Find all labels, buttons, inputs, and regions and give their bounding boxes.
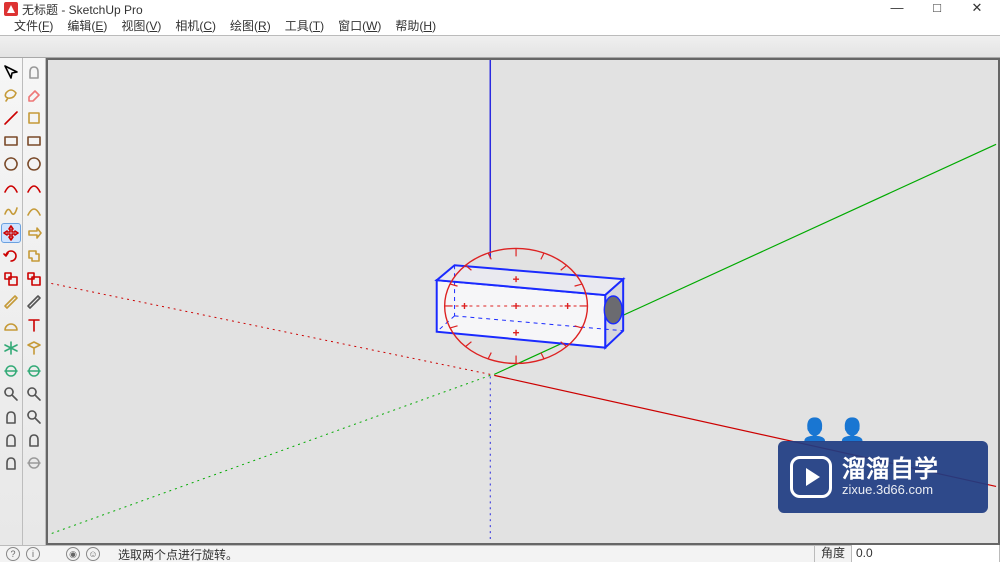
app-icon — [4, 2, 18, 16]
section-plane-tool-icon[interactable] — [24, 338, 44, 358]
status-icons: ? i ◉ ☺ — [0, 547, 106, 561]
measurement-box: 角度 0.0 — [814, 545, 1000, 562]
scale-tool-icon[interactable] — [1, 269, 21, 289]
select-tool-icon[interactable] — [1, 62, 21, 82]
dimensions-tool-icon[interactable] — [24, 292, 44, 312]
freehand-tool-icon[interactable] — [1, 200, 21, 220]
help-icon[interactable]: ? — [6, 547, 20, 561]
rotate-tool-icon[interactable] — [1, 246, 21, 266]
viewport-3d[interactable]: 👤 👤 溜溜自学 zixue.3d66.com — [46, 58, 1000, 545]
watermark-title: 溜溜自学 — [842, 457, 938, 483]
axes-tool-icon[interactable] — [1, 338, 21, 358]
figure-silhouettes: 👤 👤 — [801, 417, 868, 443]
two-point-arc-tool-icon[interactable] — [24, 177, 44, 197]
menu-h[interactable]: 帮助(H) — [389, 18, 442, 35]
pie-tool-icon[interactable] — [24, 200, 44, 220]
workspace: 👤 👤 溜溜自学 zixue.3d66.com — [0, 58, 1000, 545]
window-title: 无标题 - SketchUp Pro — [22, 1, 143, 18]
menu-w[interactable]: 窗口(W) — [332, 18, 387, 35]
line-tool-icon[interactable] — [1, 108, 21, 128]
menu-f[interactable]: 文件(F) — [8, 18, 59, 35]
watermark-badge: 溜溜自学 zixue.3d66.com — [778, 441, 988, 513]
circle-tool-icon[interactable] — [1, 154, 21, 174]
look-around-icon[interactable] — [24, 453, 44, 473]
title-bar: 无标题 - SketchUp Pro — □ ✕ — [0, 0, 1000, 18]
menu-c[interactable]: 相机(C) — [169, 18, 222, 35]
tape-measure-tool-icon[interactable] — [1, 292, 21, 312]
offset-tool-icon[interactable] — [24, 269, 44, 289]
measure-value[interactable]: 0.0 — [852, 545, 1000, 562]
zoom-tool-icon[interactable] — [1, 384, 21, 404]
menu-v[interactable]: 视图(V) — [115, 18, 167, 35]
zoom-window-tool-icon[interactable] — [24, 407, 44, 427]
maximize-button[interactable]: □ — [928, 0, 946, 16]
rectangle-tool-icon[interactable] — [1, 131, 21, 151]
menu-bar: 文件(F)编辑(E)视图(V)相机(C)绘图(R)工具(T)窗口(W)帮助(H) — [0, 18, 1000, 36]
polygon-tool-icon[interactable] — [24, 154, 44, 174]
push-pull-tool-icon[interactable] — [24, 223, 44, 243]
measure-label: 角度 — [815, 545, 852, 562]
look-around-tool-icon[interactable] — [24, 361, 44, 381]
zoom-extents-tool-icon[interactable] — [24, 384, 44, 404]
menu-e[interactable]: 编辑(E) — [61, 18, 113, 35]
arc-tool-icon[interactable] — [1, 177, 21, 197]
geo-icon[interactable]: ◉ — [66, 547, 80, 561]
status-bar: ? i ◉ ☺ 选取两个点进行旋转。 角度 0.0 — [0, 545, 1000, 562]
close-button[interactable]: ✕ — [968, 0, 986, 16]
make-component-icon[interactable] — [24, 62, 44, 82]
minimize-button[interactable]: — — [888, 0, 906, 16]
toolbar-left-2 — [23, 58, 46, 545]
menu-t[interactable]: 工具(T) — [279, 18, 330, 35]
orbit-tool-icon[interactable] — [1, 361, 21, 381]
user-icon[interactable]: ☺ — [86, 547, 100, 561]
position-camera-tool-icon[interactable] — [1, 453, 21, 473]
follow-me-tool-icon[interactable] — [24, 246, 44, 266]
toolbar-left-1 — [0, 58, 23, 545]
eraser-tool-icon[interactable] — [24, 85, 44, 105]
status-hint: 选取两个点进行旋转。 — [118, 546, 238, 563]
menu-r[interactable]: 绘图(R) — [224, 18, 277, 35]
pan-tool-icon[interactable] — [1, 407, 21, 427]
rotated-rectangle-tool-icon[interactable] — [24, 131, 44, 151]
move-tool-icon[interactable] — [1, 223, 21, 243]
info-icon[interactable]: i — [26, 547, 40, 561]
text-tool-icon[interactable] — [24, 315, 44, 335]
previous-tool-icon[interactable] — [24, 430, 44, 450]
window-controls: — □ ✕ — [874, 0, 1000, 16]
protractor-tool-icon[interactable] — [1, 315, 21, 335]
lasso-tool-icon[interactable] — [1, 85, 21, 105]
ribbon-strip — [0, 36, 1000, 58]
walk-tool-icon[interactable] — [1, 430, 21, 450]
paint-bucket-tool-icon[interactable] — [24, 108, 44, 128]
play-icon — [790, 456, 832, 498]
watermark-subtitle: zixue.3d66.com — [842, 483, 938, 497]
